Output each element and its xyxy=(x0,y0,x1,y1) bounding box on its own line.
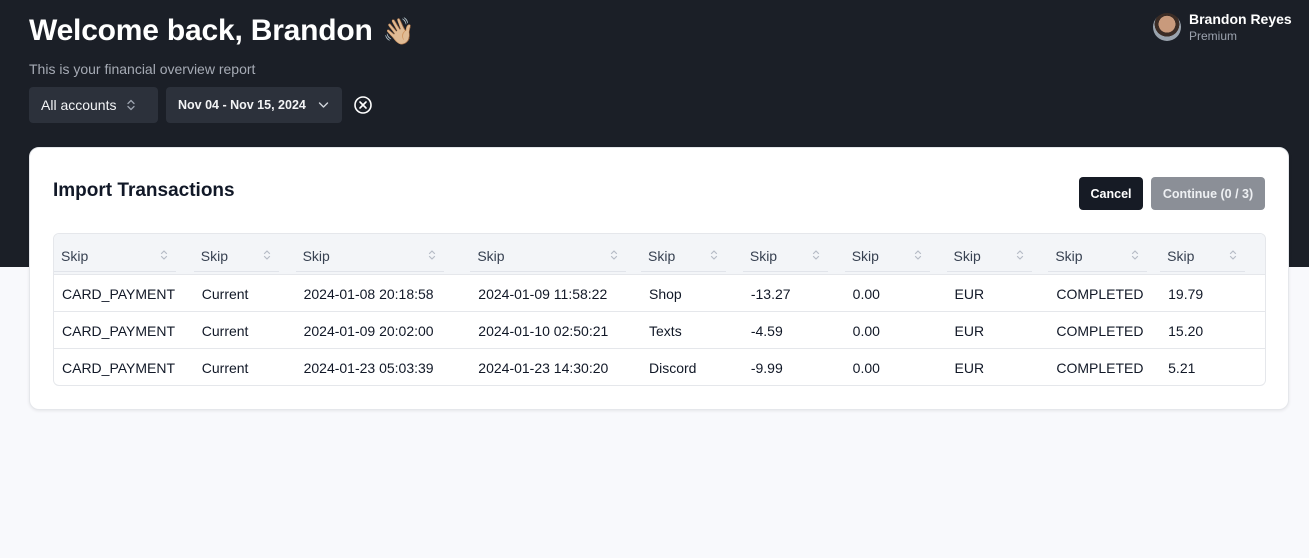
chevron-down-icon xyxy=(318,101,329,109)
column-mapping-select[interactable]: Skip xyxy=(1048,240,1148,272)
column-header: Skip xyxy=(641,234,743,275)
table-cell: 2024-01-10 02:50:21 xyxy=(478,322,609,339)
column-mapping-label: Skip xyxy=(200,247,228,264)
table-cell: CARD_PAYMENT xyxy=(62,359,176,376)
chevron-up-down-icon xyxy=(1016,248,1024,264)
column-mapping-label: Skip xyxy=(851,247,879,264)
column-header: Skip xyxy=(193,234,296,275)
column-header: Skip xyxy=(470,234,641,275)
chevron-up-down-icon xyxy=(428,248,436,264)
column-header: Skip xyxy=(844,234,947,275)
welcome-text: Welcome back, Brandon xyxy=(29,14,373,47)
column-mapping-label: Skip xyxy=(1055,247,1083,264)
table-row: CARD_PAYMENT Current 2024-01-23 05:03:39 20… xyxy=(54,349,1265,385)
column-header: Skip xyxy=(54,234,194,275)
table-row: CARD_PAYMENT Current 2024-01-08 20:18:58 20… xyxy=(54,275,1265,312)
table-cell: 0.00 xyxy=(852,285,880,302)
cancel-button[interactable]: Cancel xyxy=(1079,177,1143,210)
table-cell: 0.00 xyxy=(852,322,880,339)
table-cell: 0.00 xyxy=(852,359,880,376)
chevron-up-down-icon xyxy=(126,99,136,111)
chevron-up-down-icon xyxy=(263,248,271,264)
table-cell: -9.99 xyxy=(750,359,783,376)
table-row: CARD_PAYMENT Current 2024-01-09 20:02:00 20… xyxy=(54,312,1265,349)
column-mapping-select[interactable]: Skip xyxy=(946,240,1032,272)
column-header: Skip xyxy=(742,234,845,275)
chevron-up-down-icon xyxy=(710,248,718,264)
column-mapping-select[interactable]: Skip xyxy=(844,240,930,272)
column-mapping-label: Skip xyxy=(1167,247,1195,264)
account-select[interactable]: All accounts xyxy=(29,87,158,123)
table-cell: CARD_PAYMENT xyxy=(62,285,176,302)
column-mapping-label: Skip xyxy=(61,247,89,264)
column-header: Skip xyxy=(946,234,1049,275)
table-cell: 2024-01-23 05:03:39 xyxy=(303,359,434,376)
column-header: Skip xyxy=(1048,234,1160,275)
import-transactions-card: Import Transactions Cancel Continue (0 /… xyxy=(29,147,1289,410)
table-cell: Discord xyxy=(649,359,697,376)
account-select-label: All accounts xyxy=(41,97,117,113)
chevron-up-down-icon xyxy=(1131,248,1139,264)
date-range-label: Nov 04 - Nov 15, 2024 xyxy=(178,98,306,112)
table-body: CARD_PAYMENT Current 2024-01-08 20:18:58 20… xyxy=(54,275,1265,385)
table-cell: Shop xyxy=(649,285,682,302)
table-cell: EUR xyxy=(954,322,985,339)
transactions-table: Skip Skip Skip Skip Skip Skip Skip Skip Skip Skip… xyxy=(53,233,1266,386)
table-cell: Texts xyxy=(649,322,682,339)
table-cell: 2024-01-09 11:58:22 xyxy=(478,285,608,302)
chevron-up-down-icon xyxy=(914,248,922,264)
chevron-up-down-icon xyxy=(610,248,618,264)
filter-bar: All accounts Nov 04 - Nov 15, 2024 xyxy=(29,87,374,123)
table-cell: 15.20 xyxy=(1168,322,1204,339)
user-info: Brandon Reyes Premium xyxy=(1189,11,1292,45)
column-header: Skip xyxy=(295,234,471,275)
user-plan: Premium xyxy=(1189,29,1238,43)
table-cell: Current xyxy=(201,359,249,376)
wave-emoji: 👋🏼 xyxy=(382,15,415,46)
table-cell: COMPLETED xyxy=(1056,285,1144,302)
column-mapping-label: Skip xyxy=(302,247,330,264)
column-mapping-label: Skip xyxy=(749,247,778,264)
table-cell: EUR xyxy=(954,359,985,376)
table-cell: COMPLETED xyxy=(1056,322,1144,339)
user-name: Brandon Reyes xyxy=(1189,11,1292,27)
continue-button: Continue (0 / 3) xyxy=(1151,177,1265,210)
clear-filter-icon[interactable] xyxy=(352,94,374,116)
column-mapping-select[interactable]: Skip xyxy=(1160,240,1246,272)
table-cell: Current xyxy=(201,322,249,339)
column-mapping-select[interactable]: Skip xyxy=(470,240,627,272)
column-mapping-label: Skip xyxy=(648,247,676,264)
table-cell: -13.27 xyxy=(750,285,791,302)
user-profile[interactable]: Brandon Reyes Premium xyxy=(1153,11,1292,45)
table-cell: -4.59 xyxy=(750,322,783,339)
table-cell: COMPLETED xyxy=(1056,359,1144,376)
date-range-select[interactable]: Nov 04 - Nov 15, 2024 xyxy=(166,87,342,123)
table-cell: 19.79 xyxy=(1168,285,1204,302)
chevron-up-down-icon xyxy=(812,248,820,264)
column-mapping-label: Skip xyxy=(953,247,981,264)
avatar xyxy=(1153,13,1181,41)
card-title: Import Transactions xyxy=(53,180,235,201)
column-mapping-select[interactable]: Skip xyxy=(54,240,176,272)
column-mapping-select[interactable]: Skip xyxy=(641,240,727,272)
table-cell: 2024-01-23 14:30:20 xyxy=(478,359,609,376)
column-mapping-select[interactable]: Skip xyxy=(193,240,279,272)
column-mapping-select[interactable]: Skip xyxy=(742,240,828,272)
chevron-up-down-icon xyxy=(160,248,168,264)
chevron-up-down-icon xyxy=(1229,248,1237,264)
table-cell: EUR xyxy=(954,285,985,302)
column-header: Skip xyxy=(1160,234,1265,275)
table-cell: 2024-01-08 20:18:58 xyxy=(303,285,434,302)
page-subtitle: This is your financial overview report xyxy=(29,61,256,77)
table-cell: Current xyxy=(201,285,249,302)
page-title: Welcome back, Brandon 👋🏼 xyxy=(29,14,415,48)
column-mapping-label: Skip xyxy=(477,247,505,264)
column-mapping-select[interactable]: Skip xyxy=(295,240,444,272)
table-cell: CARD_PAYMENT xyxy=(62,322,176,339)
table-cell: 2024-01-09 20:02:00 xyxy=(303,322,434,339)
table-cell: 5.21 xyxy=(1168,359,1196,376)
table-header: Skip Skip Skip Skip Skip Skip Skip Skip Skip Skip xyxy=(54,234,1265,275)
